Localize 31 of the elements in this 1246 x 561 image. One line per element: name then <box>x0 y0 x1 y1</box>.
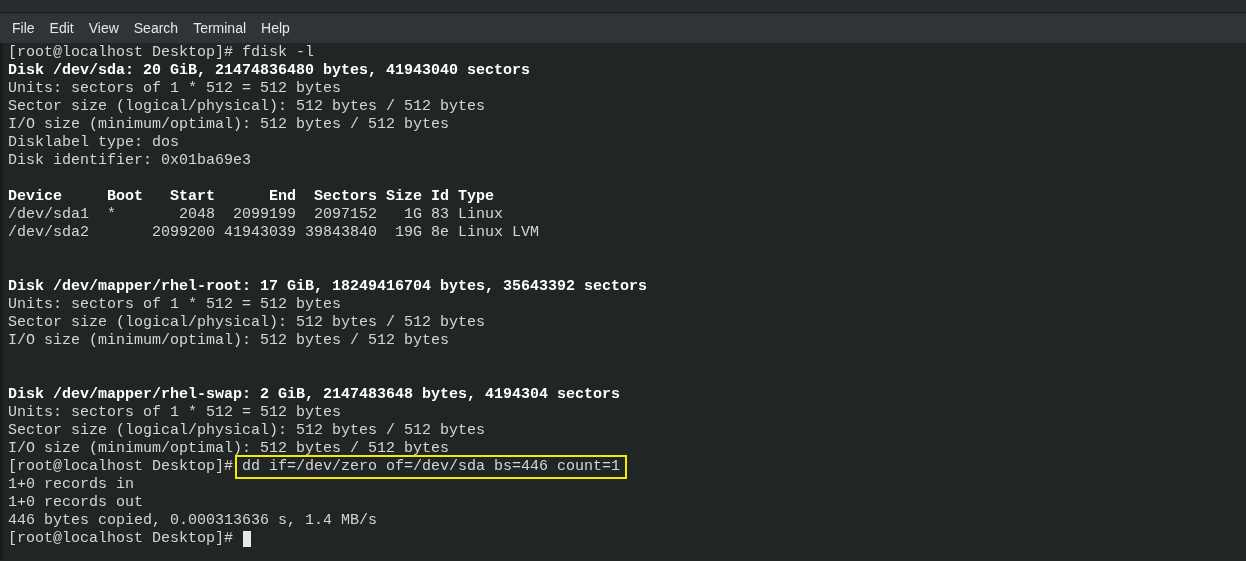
menu-item[interactable]: File <box>5 18 42 38</box>
menu-item[interactable]: View <box>81 18 126 38</box>
output-line: Sector size (logical/physical): 512 bytes / 512 bytes <box>8 314 486 332</box>
output-line: /dev/sda1 * 2048 2099199 2097152 1G 83 Linux <box>8 206 504 224</box>
menu-item[interactable]: Terminal <box>186 18 254 38</box>
menu-item[interactable]: Search <box>126 18 186 38</box>
output-line: 1+0 records in <box>8 476 135 494</box>
output-line: Units: sectors of 1 * 512 = 512 bytes <box>8 80 342 98</box>
output-line: Sector size (logical/physical): 512 bytes / 512 bytes <box>8 98 486 116</box>
output-line: I/O size (minimum/optimal): 512 bytes / 512 bytes <box>8 116 450 134</box>
output-line: I/O size (minimum/optimal): 512 bytes / 512 bytes <box>8 332 450 350</box>
menu-item[interactable]: Help <box>254 18 297 38</box>
output-line: Device Boot Start End Sectors Size Id Type <box>8 188 495 206</box>
prompt-text: [root@localhost Desktop]# <box>8 458 234 476</box>
output-line: Disklabel type: dos <box>8 134 180 152</box>
output-line: Disk /dev/sda: 20 GiB, 21474836480 bytes, 41943040 sectors <box>8 62 531 80</box>
output-line: Disk /dev/mapper/rhel-swap: 2 GiB, 2147483648 bytes, 4194304 sectors <box>8 386 621 404</box>
command-text: dd if=/dev/zero of=/dev/sda bs=446 count=1 <box>235 455 628 479</box>
output-line: Disk identifier: 0x01ba69e3 <box>8 152 252 170</box>
output-line: Units: sectors of 1 * 512 = 512 bytes <box>8 296 342 314</box>
output-line: Sector size (logical/physical): 512 bytes / 512 bytes <box>8 422 486 440</box>
output-line: 1+0 records out <box>8 494 144 512</box>
prompt-text: [root@localhost Desktop]# <box>8 44 234 62</box>
output-line: 446 bytes copied, 0.000313636 s, 1.4 MB/s <box>8 512 378 530</box>
prompt-text: [root@localhost Desktop]# <box>8 530 234 548</box>
output-line: /dev/sda2 2099200 41943039 39843840 19G 8e Linux LVM <box>8 224 540 242</box>
output-line: Disk /dev/mapper/rhel-root: 17 GiB, 18249416704 bytes, 35643392 sectors <box>8 278 648 296</box>
output-line: I/O size (minimum/optimal): 512 bytes / 512 bytes <box>8 440 450 458</box>
menu-item[interactable]: Edit <box>42 18 81 38</box>
output-line: Units: sectors of 1 * 512 = 512 bytes <box>8 404 342 422</box>
command-text: fdisk -l <box>242 44 315 62</box>
